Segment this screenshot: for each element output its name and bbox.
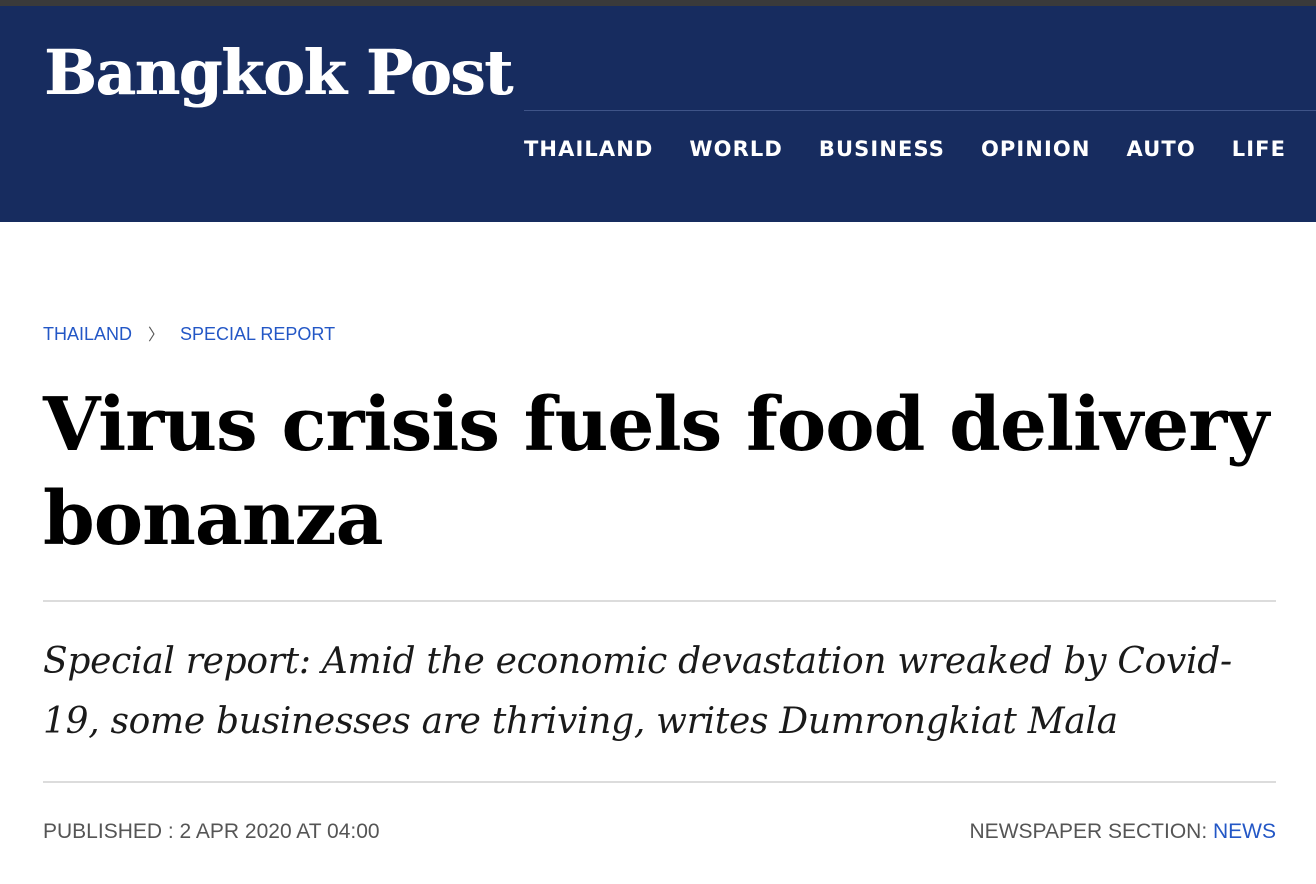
divider: [43, 600, 1276, 602]
nav-item-opinion[interactable]: OPINION: [981, 134, 1091, 164]
breadcrumb-separator-icon: 〉: [148, 327, 165, 344]
masthead: Bangkok Post THAILAND WORLD BUSINESS OPI…: [0, 6, 1316, 222]
divider: [43, 781, 1276, 783]
nav-item-auto[interactable]: AUTO: [1127, 134, 1196, 164]
nav-item-business[interactable]: BUSINESS: [819, 134, 945, 164]
breadcrumb-thailand[interactable]: THAILAND: [43, 324, 132, 344]
newspaper-section-link[interactable]: NEWS: [1213, 820, 1276, 843]
nav-item-thailand[interactable]: THAILAND: [524, 134, 653, 164]
main-nav: THAILAND WORLD BUSINESS OPINION AUTO LIF…: [524, 134, 1316, 164]
breadcrumb: THAILAND 〉 SPECIAL REPORT: [43, 322, 335, 348]
newspaper-section-label: NEWSPAPER SECTION:: [969, 820, 1213, 843]
breadcrumb-special-report[interactable]: SPECIAL REPORT: [180, 324, 335, 344]
nav-item-life[interactable]: LIFE: [1232, 134, 1286, 164]
nav-item-world[interactable]: WORLD: [689, 134, 783, 164]
newspaper-section: NEWSPAPER SECTION: NEWS: [970, 818, 1276, 846]
published-date: PUBLISHED : 2 APR 2020 AT 04:00: [43, 820, 380, 843]
article-standfirst: Special report: Amid the economic devast…: [43, 641, 1232, 742]
article-headline: Virus crisis fuels food delivery bonanza: [43, 382, 1269, 562]
nav-divider: [524, 110, 1316, 111]
site-logo[interactable]: Bangkok Post: [44, 42, 513, 104]
